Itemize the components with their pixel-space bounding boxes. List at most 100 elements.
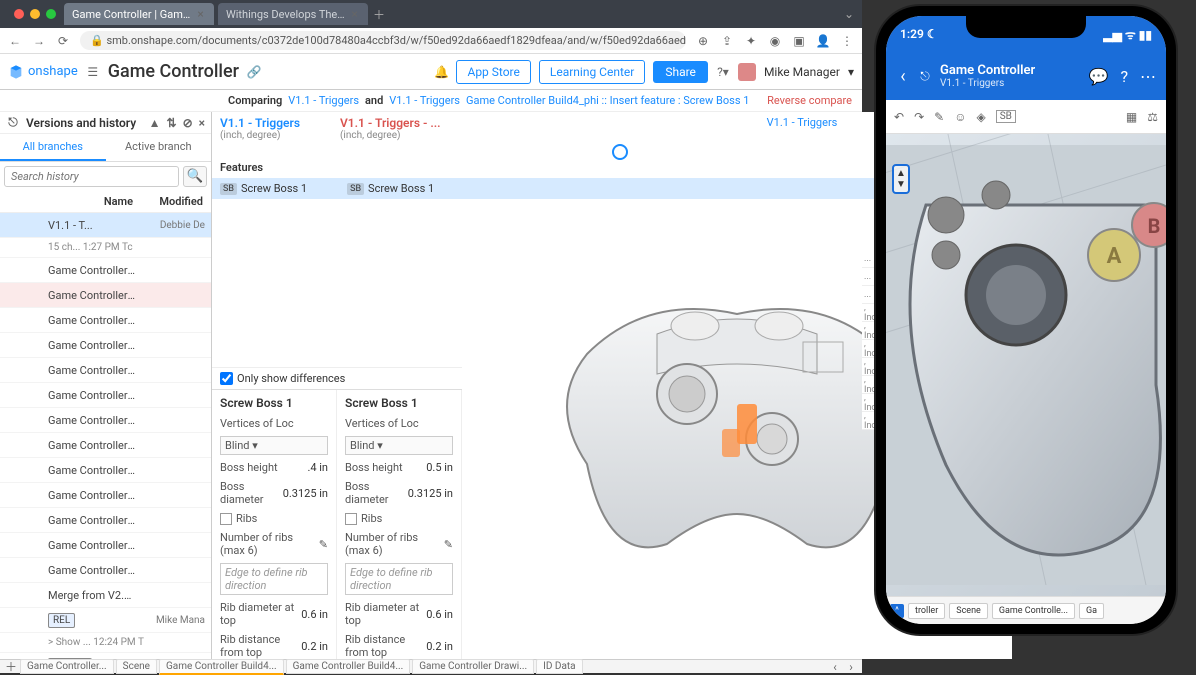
version-row[interactable]: Game Controller Bu... [0, 408, 211, 433]
version-row[interactable]: Game Controller Bu... [0, 308, 211, 333]
notification-icon[interactable]: 🔔 [434, 65, 448, 79]
compare-bar: Comparing V1.1 - Triggers and V1.1 - Tri… [0, 90, 862, 112]
browser-tab-1[interactable]: Game Controller | Game Contr...× [64, 3, 214, 25]
version-row[interactable]: Merge from V2.1 Ba... [0, 583, 211, 608]
sb-icon[interactable]: SB [996, 110, 1016, 123]
version-row[interactable]: Game Controller Bu... [0, 508, 211, 533]
chevron-down-icon[interactable]: ▾ [848, 65, 854, 79]
bottom-tab[interactable]: Game Controller Build4... [286, 659, 411, 674]
chevron-down-icon[interactable]: ⌄ [842, 7, 856, 21]
close-icon[interactable]: × [349, 7, 360, 21]
back-icon[interactable]: ‹ [896, 69, 910, 83]
reload-icon[interactable]: ⟳ [56, 34, 70, 48]
branch-icon[interactable]: ⇅ [167, 116, 177, 130]
cube-icon [8, 64, 24, 80]
version-row[interactable]: Game Controller Bu... [0, 483, 211, 508]
window-controls[interactable] [14, 9, 56, 19]
chevron-up-icon[interactable]: ^ [890, 604, 904, 618]
search-history-input[interactable] [4, 166, 179, 187]
add-tab-icon[interactable]: ＋ [4, 660, 18, 674]
learning-center-button[interactable]: Learning Center [539, 60, 645, 84]
undo-icon[interactable]: ↶ [894, 110, 904, 124]
minimize-window-icon[interactable] [30, 9, 40, 19]
avatar[interactable] [738, 63, 756, 81]
tree-icon[interactable]: ⎋ [6, 116, 20, 130]
cmp-left-name[interactable]: V1.1 - Triggers [220, 116, 340, 130]
app-store-button[interactable]: App Store [456, 60, 530, 84]
user-name[interactable]: Mike Manager [764, 65, 840, 79]
scroll-left-icon[interactable]: ‹ [828, 660, 842, 674]
bottom-tab[interactable]: ID Data [536, 659, 582, 674]
bottom-tab[interactable]: Game Controller Drawi... [412, 659, 534, 674]
bottom-tab[interactable]: Game Controller... [20, 659, 114, 674]
branch-left-label[interactable]: V1.1 - Triggers [767, 116, 838, 141]
edit-icon[interactable]: ✎ [934, 110, 944, 124]
link-icon[interactable]: ⊘ [183, 116, 193, 130]
chat-icon[interactable]: 💬 [1089, 67, 1109, 86]
search-button[interactable]: 🔍 [183, 166, 207, 187]
filter-icon[interactable]: ▲ [149, 116, 161, 130]
help-icon[interactable]: ? [1120, 67, 1128, 86]
tab-all-branches[interactable]: All branches [0, 134, 106, 161]
version-row[interactable]: Game Controller Bu... [0, 358, 211, 383]
version-row[interactable]: RELMike Mana [0, 608, 211, 633]
bottom-tab[interactable]: Game Controller Build4... [159, 659, 284, 675]
close-icon[interactable]: × [199, 116, 205, 130]
help-icon[interactable]: ?▾ [716, 65, 730, 79]
bottom-tab[interactable]: Scene [116, 659, 157, 674]
version-row[interactable]: Game Controller Bu... [0, 533, 211, 558]
face-icon[interactable]: ☺ [954, 110, 966, 124]
panel-title: Versions and history [26, 116, 136, 130]
svg-text:B: B [1148, 214, 1161, 238]
only-diff-checkbox[interactable] [220, 372, 233, 385]
profile-icon[interactable]: 👤 [816, 34, 830, 48]
scroll-right-icon[interactable]: › [844, 660, 858, 674]
version-row[interactable]: Game Controller Bu... [0, 433, 211, 458]
display-icon[interactable]: ▦ [1126, 110, 1137, 124]
back-icon[interactable]: ← [8, 34, 22, 48]
tree-icon[interactable]: ⎋ [918, 69, 932, 83]
share-button[interactable]: Share [653, 61, 708, 83]
version-row[interactable]: Game Controller Bu... [0, 258, 211, 283]
extension-2-icon[interactable]: ▣ [792, 34, 806, 48]
reverse-compare-link[interactable]: Reverse compare [767, 94, 852, 107]
section-icon[interactable]: ◈ [976, 110, 985, 124]
phone-3d-viewport[interactable]: A B ▲▼ [886, 134, 1166, 596]
url-field[interactable]: 🔒 smb.onshape.com/documents/c0372de100d7… [80, 31, 686, 50]
compare-detail-link[interactable]: Game Controller Build4_phi :: Insert fea… [466, 94, 749, 107]
forward-icon[interactable]: → [32, 34, 46, 48]
hamburger-icon[interactable]: ☰ [86, 65, 100, 79]
more-icon[interactable]: ⋯ [1140, 67, 1156, 86]
compare-left-link[interactable]: V1.1 - Triggers [288, 94, 359, 107]
version-row[interactable]: Game Controller Bu... [0, 458, 211, 483]
measure-icon[interactable]: ⚖ [1147, 110, 1158, 124]
cmp-right-name[interactable]: V1.1 - Triggers - ... [340, 116, 460, 130]
phone-tab[interactable]: troller [908, 603, 945, 619]
link-icon[interactable]: 🔗 [247, 65, 261, 79]
new-tab-icon[interactable]: ＋ [372, 7, 386, 21]
phone-tab[interactable]: Game Controlle... [992, 603, 1075, 619]
close-icon[interactable]: × [195, 7, 206, 21]
menu-icon[interactable]: ⋮ [840, 34, 854, 48]
version-row[interactable]: Game Controller Bu... [0, 383, 211, 408]
close-window-icon[interactable] [14, 9, 24, 19]
version-row[interactable]: Game Controller Bu... [0, 558, 211, 583]
browser-tab-2[interactable]: Withings Develops The World'...× [218, 3, 368, 25]
compare-right-link[interactable]: V1.1 - Triggers [389, 94, 460, 107]
phone-tab[interactable]: Ga [1079, 603, 1104, 619]
redo-icon[interactable]: ↷ [914, 110, 924, 124]
translate-icon[interactable]: ⊕ [696, 34, 710, 48]
share-icon[interactable]: ⇪ [720, 34, 734, 48]
version-row[interactable]: V1.1 - T...Debbie De [0, 213, 211, 238]
zoom-window-icon[interactable] [46, 9, 56, 19]
zoom-control[interactable]: ▲▼ [892, 164, 910, 194]
browser-tabbar: Game Controller | Game Contr...× Withing… [0, 0, 862, 28]
onshape-logo[interactable]: onshape [8, 64, 78, 80]
extension-onshape-icon[interactable]: ◉ [768, 34, 782, 48]
tab-active-branch[interactable]: Active branch [106, 134, 212, 161]
browser-urlbar: ← → ⟳ 🔒 smb.onshape.com/documents/c0372d… [0, 28, 862, 54]
extensions-icon[interactable]: ✦ [744, 34, 758, 48]
version-row[interactable]: Game Controller B... [0, 283, 211, 308]
version-row[interactable]: Game Controller Bu... [0, 333, 211, 358]
phone-tab[interactable]: Scene [949, 603, 988, 619]
